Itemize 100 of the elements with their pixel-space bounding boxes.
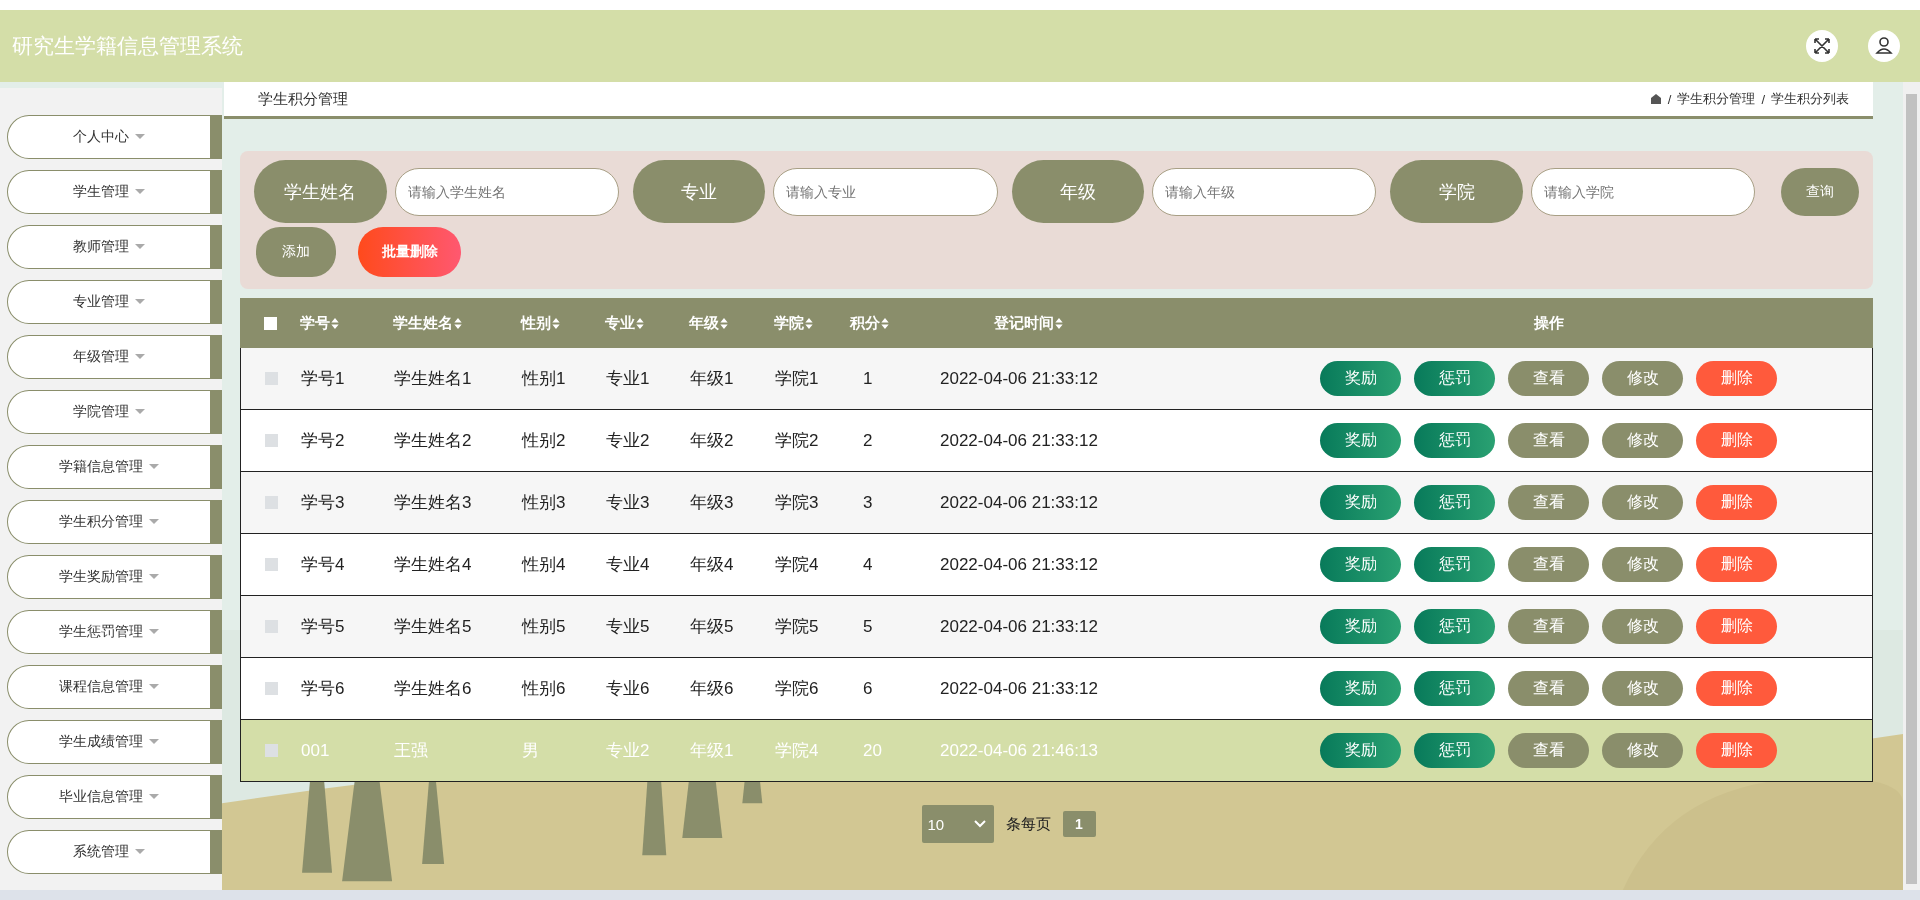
edit-button[interactable]: 修改 xyxy=(1602,671,1683,706)
table-cell-text: 001 xyxy=(301,740,331,761)
column-header[interactable]: 积分 xyxy=(850,313,939,333)
table-row[interactable]: 001 王强 男 专业2 年级1 学院4 20 2022-04-06 21:46:13 奖励 惩罚 查看 修改 删除 xyxy=(240,720,1873,782)
sidebar-item[interactable]: 毕业信息管理 xyxy=(7,775,222,819)
sidebar-item[interactable]: 学籍信息管理 xyxy=(7,445,222,489)
column-header[interactable]: 专业 xyxy=(605,313,689,333)
delete-button[interactable]: 删除 xyxy=(1696,733,1777,768)
reward-button[interactable]: 奖励 xyxy=(1320,547,1401,582)
column-header[interactable]: 学号 xyxy=(300,313,393,333)
batch-delete-button[interactable]: 批量删除 xyxy=(358,227,461,277)
table-row[interactable]: 学号4 学生姓名4 性别4 专业4 年级4 学院4 4 2022-04-06 21:33:12 奖励 惩罚 查看 修改 删除 xyxy=(240,534,1873,596)
table-row[interactable]: 学号1 学生姓名1 性别1 专业1 年级1 学院1 1 2022-04-06 21:33:12 奖励 惩罚 查看 修改 删除 xyxy=(240,348,1873,410)
delete-button[interactable]: 删除 xyxy=(1696,671,1777,706)
sidebar-item[interactable]: 学生奖励管理 xyxy=(7,555,222,599)
punish-button[interactable]: 惩罚 xyxy=(1414,485,1495,520)
user-icon[interactable] xyxy=(1868,30,1900,62)
edit-button[interactable]: 修改 xyxy=(1602,547,1683,582)
app-title: 研究生学籍信息管理系统 xyxy=(12,33,243,59)
sidebar-item[interactable]: 学生管理 xyxy=(7,170,222,214)
punish-button[interactable]: 惩罚 xyxy=(1414,361,1495,396)
table-cell-text: 学号1 xyxy=(301,368,346,390)
table-cell-text: 学生姓名4 xyxy=(394,554,473,576)
view-button[interactable]: 查看 xyxy=(1508,609,1589,644)
view-button[interactable]: 查看 xyxy=(1508,361,1589,396)
sidebar-item[interactable]: 专业管理 xyxy=(7,280,222,324)
row-checkbox[interactable] xyxy=(264,496,278,509)
table-row[interactable]: 学号2 学生姓名2 性别2 专业2 年级2 学院2 2 2022-04-06 21:33:12 奖励 惩罚 查看 修改 删除 xyxy=(240,410,1873,472)
view-button[interactable]: 查看 xyxy=(1508,547,1589,582)
delete-button[interactable]: 删除 xyxy=(1696,423,1777,458)
column-header[interactable]: 登记时间 xyxy=(939,313,1284,333)
punish-button[interactable]: 惩罚 xyxy=(1414,671,1495,706)
column-header[interactable]: 学生姓名 xyxy=(393,313,521,333)
sort-icon xyxy=(881,317,889,329)
punish-button[interactable]: 惩罚 xyxy=(1414,733,1495,768)
punish-button[interactable]: 惩罚 xyxy=(1414,609,1495,644)
reward-button[interactable]: 奖励 xyxy=(1320,671,1401,706)
column-header[interactable]: 学院 xyxy=(774,313,850,333)
breadcrumb-item[interactable]: 学生积分管理 xyxy=(1677,90,1756,108)
query-button[interactable]: 查询 xyxy=(1781,167,1859,216)
delete-button[interactable]: 删除 xyxy=(1696,547,1777,582)
table-cell-text: 性别2 xyxy=(522,430,567,452)
edit-button[interactable]: 修改 xyxy=(1602,361,1683,396)
view-button[interactable]: 查看 xyxy=(1508,485,1589,520)
table-cell-text: 3 xyxy=(862,492,874,513)
search-field[interactable]: 请输入年级 xyxy=(1152,167,1377,216)
caret-icon xyxy=(149,684,159,690)
edit-button[interactable]: 修改 xyxy=(1602,733,1683,768)
scrollbar[interactable] xyxy=(1903,82,1920,890)
page-number[interactable]: 1 xyxy=(1062,811,1096,837)
horizontal-scrollbar[interactable] xyxy=(0,890,1920,900)
sort-icon xyxy=(720,317,728,329)
home-icon[interactable] xyxy=(1649,93,1662,105)
sidebar-item[interactable]: 个人中心 xyxy=(7,115,222,159)
select-all-checkbox[interactable] xyxy=(263,316,277,330)
view-button[interactable]: 查看 xyxy=(1508,733,1589,768)
search-field[interactable]: 请输入学院 xyxy=(1530,167,1756,216)
table-cell-text: 2022-04-06 21:33:12 xyxy=(940,678,1099,699)
row-checkbox[interactable] xyxy=(264,620,278,633)
sidebar-item[interactable]: 教师管理 xyxy=(7,225,222,269)
reward-button[interactable]: 奖励 xyxy=(1320,361,1401,396)
table-cell-text: 2 xyxy=(862,430,874,451)
fullscreen-icon[interactable] xyxy=(1806,30,1838,62)
punish-button[interactable]: 惩罚 xyxy=(1414,547,1495,582)
delete-button[interactable]: 删除 xyxy=(1696,361,1777,396)
punish-button[interactable]: 惩罚 xyxy=(1414,423,1495,458)
sidebar-item[interactable]: 课程信息管理 xyxy=(7,665,222,709)
column-header[interactable]: 性别 xyxy=(521,313,605,333)
sidebar-item[interactable]: 年级管理 xyxy=(7,335,222,379)
row-checkbox[interactable] xyxy=(264,558,278,571)
sidebar-item[interactable]: 学生惩罚管理 xyxy=(7,610,222,654)
edit-button[interactable]: 修改 xyxy=(1602,609,1683,644)
reward-button[interactable]: 奖励 xyxy=(1320,485,1401,520)
reward-button[interactable]: 奖励 xyxy=(1320,733,1401,768)
view-button[interactable]: 查看 xyxy=(1508,423,1589,458)
add-button[interactable]: 添加 xyxy=(256,227,336,277)
sidebar-item[interactable]: 学生成绩管理 xyxy=(7,720,222,764)
sidebar-item[interactable]: 学生积分管理 xyxy=(7,500,222,544)
reward-button[interactable]: 奖励 xyxy=(1320,609,1401,644)
reward-button[interactable]: 奖励 xyxy=(1320,423,1401,458)
sidebar-item[interactable]: 系统管理 xyxy=(7,830,222,874)
row-checkbox[interactable] xyxy=(264,744,278,757)
column-header[interactable]: 年级 xyxy=(689,313,774,333)
table-row[interactable]: 学号6 学生姓名6 性别6 专业6 年级6 学院6 6 2022-04-06 21:33:12 奖励 惩罚 查看 修改 删除 xyxy=(240,658,1873,720)
search-field[interactable]: 请输入专业 xyxy=(773,167,998,216)
table-cell-text: 学生姓名1 xyxy=(394,368,473,390)
row-checkbox[interactable] xyxy=(264,372,278,385)
row-checkbox[interactable] xyxy=(264,682,278,695)
row-checkbox[interactable] xyxy=(264,434,278,447)
table-cell-text: 学院6 xyxy=(775,678,820,700)
delete-button[interactable]: 删除 xyxy=(1696,609,1777,644)
edit-button[interactable]: 修改 xyxy=(1602,423,1683,458)
table-row[interactable]: 学号5 学生姓名5 性别5 专业5 年级5 学院5 5 2022-04-06 21:33:12 奖励 惩罚 查看 修改 删除 xyxy=(240,596,1873,658)
delete-button[interactable]: 删除 xyxy=(1696,485,1777,520)
search-field[interactable]: 请输入学生姓名 xyxy=(394,167,619,216)
view-button[interactable]: 查看 xyxy=(1508,671,1589,706)
table-row[interactable]: 学号3 学生姓名3 性别3 专业3 年级3 学院3 3 2022-04-06 21:33:12 奖励 惩罚 查看 修改 删除 xyxy=(240,472,1873,534)
edit-button[interactable]: 修改 xyxy=(1602,485,1683,520)
sidebar-item[interactable]: 学院管理 xyxy=(7,390,222,434)
page-size-select[interactable]: 10 xyxy=(921,805,994,843)
